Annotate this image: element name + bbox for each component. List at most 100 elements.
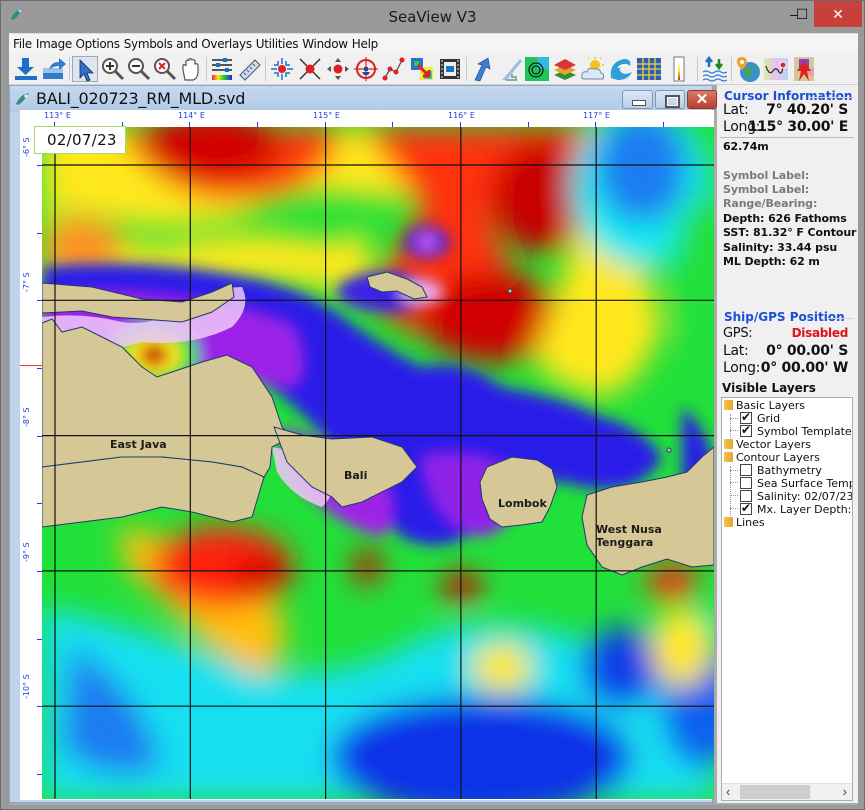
scroll-thumb[interactable] xyxy=(740,785,810,799)
x-axis-label: 115° E xyxy=(313,111,340,120)
place-label-east-java: East Java xyxy=(110,438,167,451)
wave-icon xyxy=(610,59,632,80)
menu-utilities[interactable]: Utilities xyxy=(256,37,299,51)
title-bar: SeaView V3 – ☐ ✕ xyxy=(1,1,864,33)
map-canvas[interactable] xyxy=(42,127,714,799)
menu-bar: File Image Options Symbols and Overlays Uti… xyxy=(9,33,858,53)
layer-label-salinity[interactable]: Salinity: 02/07/23 xyxy=(757,490,852,503)
salinity-value: Salinity: 33.44 psu xyxy=(723,241,838,254)
film-button[interactable] xyxy=(437,56,463,82)
cursor-long-value: 115° 30.00' E xyxy=(747,119,849,135)
weather-button[interactable] xyxy=(580,56,606,82)
document-title-bar[interactable]: BALI_020723_RM_MLD.svd ✕ xyxy=(10,86,717,112)
tide-button[interactable] xyxy=(701,55,728,82)
sst-value: SST: 81.32° F Contour xyxy=(723,226,857,239)
menu-window[interactable]: Window xyxy=(302,37,348,51)
layer-checkbox-bathymetry[interactable] xyxy=(740,464,752,476)
contour-map-icon xyxy=(525,57,549,81)
export-button[interactable] xyxy=(41,56,67,82)
menu-help[interactable]: Help xyxy=(352,37,378,51)
document-maximize-button[interactable] xyxy=(655,90,685,109)
cross-point-button[interactable] xyxy=(297,56,323,82)
scroll-right-icon[interactable]: › xyxy=(843,784,847,799)
layer-label-sst[interactable]: Sea Surface Temp: 0 xyxy=(757,477,852,490)
cursor-lat-value: 7° 40.20' S xyxy=(766,102,848,118)
place-label-west-nusa-tenggara: West Nusa Tenggara xyxy=(596,523,662,549)
layer-label-mld[interactable]: Mx. Layer Depth: 02/ xyxy=(757,503,852,516)
layers-stack-button[interactable] xyxy=(552,56,578,82)
x-axis: 113° E 114° E 115° E 116° E 117° E xyxy=(42,110,800,127)
pointer-button[interactable] xyxy=(72,56,98,82)
pan-button[interactable] xyxy=(178,56,204,82)
layer-label-bathymetry[interactable]: Bathymetry xyxy=(757,464,822,477)
layer-checkbox-mld[interactable] xyxy=(740,501,752,515)
layer-group-vector[interactable]: Vector Layers xyxy=(724,438,811,451)
color-scale-button[interactable] xyxy=(666,56,692,82)
layer-group-contour[interactable]: Contour Layers xyxy=(724,451,820,464)
image-overlay-button[interactable] xyxy=(409,56,435,82)
document-close-button[interactable]: ✕ xyxy=(687,90,717,109)
layer-group-label: Contour Layers xyxy=(736,451,820,464)
menu-symbols-overlays[interactable]: Symbols and Overlays xyxy=(124,37,252,51)
y-axis-label: -7° S xyxy=(22,272,31,292)
layer-group-basic[interactable]: Basic Layers xyxy=(724,399,805,412)
location-globe-button[interactable] xyxy=(735,56,761,82)
pointer-icon xyxy=(79,59,94,82)
layer-label-symbol-template[interactable]: Symbol Template 1 xyxy=(757,425,852,438)
range-bearing: Range/Bearing: xyxy=(723,197,818,210)
y-axis-label: -10° S xyxy=(22,674,31,699)
ruler-icon xyxy=(239,59,261,81)
center-point-button[interactable] xyxy=(269,56,295,82)
app-window: SeaView V3 – ☐ ✕ File Image Options Symbol… xyxy=(0,0,865,810)
move-point-button[interactable] xyxy=(325,56,351,82)
contour-map-button[interactable] xyxy=(524,56,550,82)
location-globe-icon xyxy=(736,57,760,82)
zoom-out-button[interactable] xyxy=(126,56,152,82)
color-adjust-button[interactable] xyxy=(209,56,235,82)
scale-icon xyxy=(502,59,522,81)
layer-label-grid[interactable]: Grid xyxy=(757,412,780,425)
arrow-button[interactable] xyxy=(470,56,496,82)
layer-tree[interactable]: Basic Layers Grid Symbol Template 1 Vect… xyxy=(721,397,853,801)
cursor-lat-label: Lat: xyxy=(723,102,749,118)
track-map-icon xyxy=(764,58,788,80)
symbol-label-2: Symbol Label: xyxy=(723,183,810,196)
gps-long-value: 0° 00.00' W xyxy=(760,360,849,376)
gps-lat-label: Lat: xyxy=(723,343,749,359)
document-icon xyxy=(16,93,29,105)
x-axis-label: 116° E xyxy=(448,111,475,120)
zoom-in-button[interactable] xyxy=(100,56,126,82)
color-adjust-icon xyxy=(212,58,232,80)
map-frame: 113° E 114° E 115° E 116° E 117° E -6° S… xyxy=(20,110,800,800)
track-map-button[interactable] xyxy=(763,56,789,82)
window-title: SeaView V3 xyxy=(388,8,477,26)
grid-button[interactable] xyxy=(636,56,662,82)
document-minimize-button[interactable] xyxy=(622,90,653,109)
layer-tree-hscrollbar[interactable]: ‹ › xyxy=(722,783,852,800)
wave-button[interactable] xyxy=(608,56,634,82)
layer-checkbox-symbol-template[interactable] xyxy=(740,423,752,437)
maximize-button[interactable]: ☐ xyxy=(787,1,817,27)
target-ship-button[interactable] xyxy=(353,56,379,82)
gps-label: GPS: xyxy=(723,326,753,341)
mixed-layer-depth-map[interactable] xyxy=(42,127,714,799)
scale-button[interactable] xyxy=(498,56,524,82)
close-button[interactable]: ✕ xyxy=(814,1,862,27)
arrow-icon xyxy=(474,57,491,82)
toolbar xyxy=(9,53,858,85)
grid-icon xyxy=(637,58,661,80)
pan-hand-icon xyxy=(182,58,199,81)
menu-file[interactable]: File xyxy=(13,37,32,51)
ml-depth-value: ML Depth: 62 m xyxy=(723,255,820,268)
import-button[interactable] xyxy=(13,56,39,82)
fire-map-button[interactable] xyxy=(791,56,817,82)
layer-checkbox-sst[interactable] xyxy=(740,477,752,489)
folder-icon xyxy=(724,517,733,527)
route-button[interactable] xyxy=(381,56,407,82)
layer-group-lines[interactable]: Lines xyxy=(724,516,765,529)
zoom-reset-button[interactable] xyxy=(152,56,178,82)
menu-image-options[interactable]: Image Options xyxy=(36,37,120,51)
ruler-button[interactable] xyxy=(237,56,263,82)
scroll-left-icon[interactable]: ‹ xyxy=(726,784,730,799)
place-label-lombok: Lombok xyxy=(498,497,547,510)
